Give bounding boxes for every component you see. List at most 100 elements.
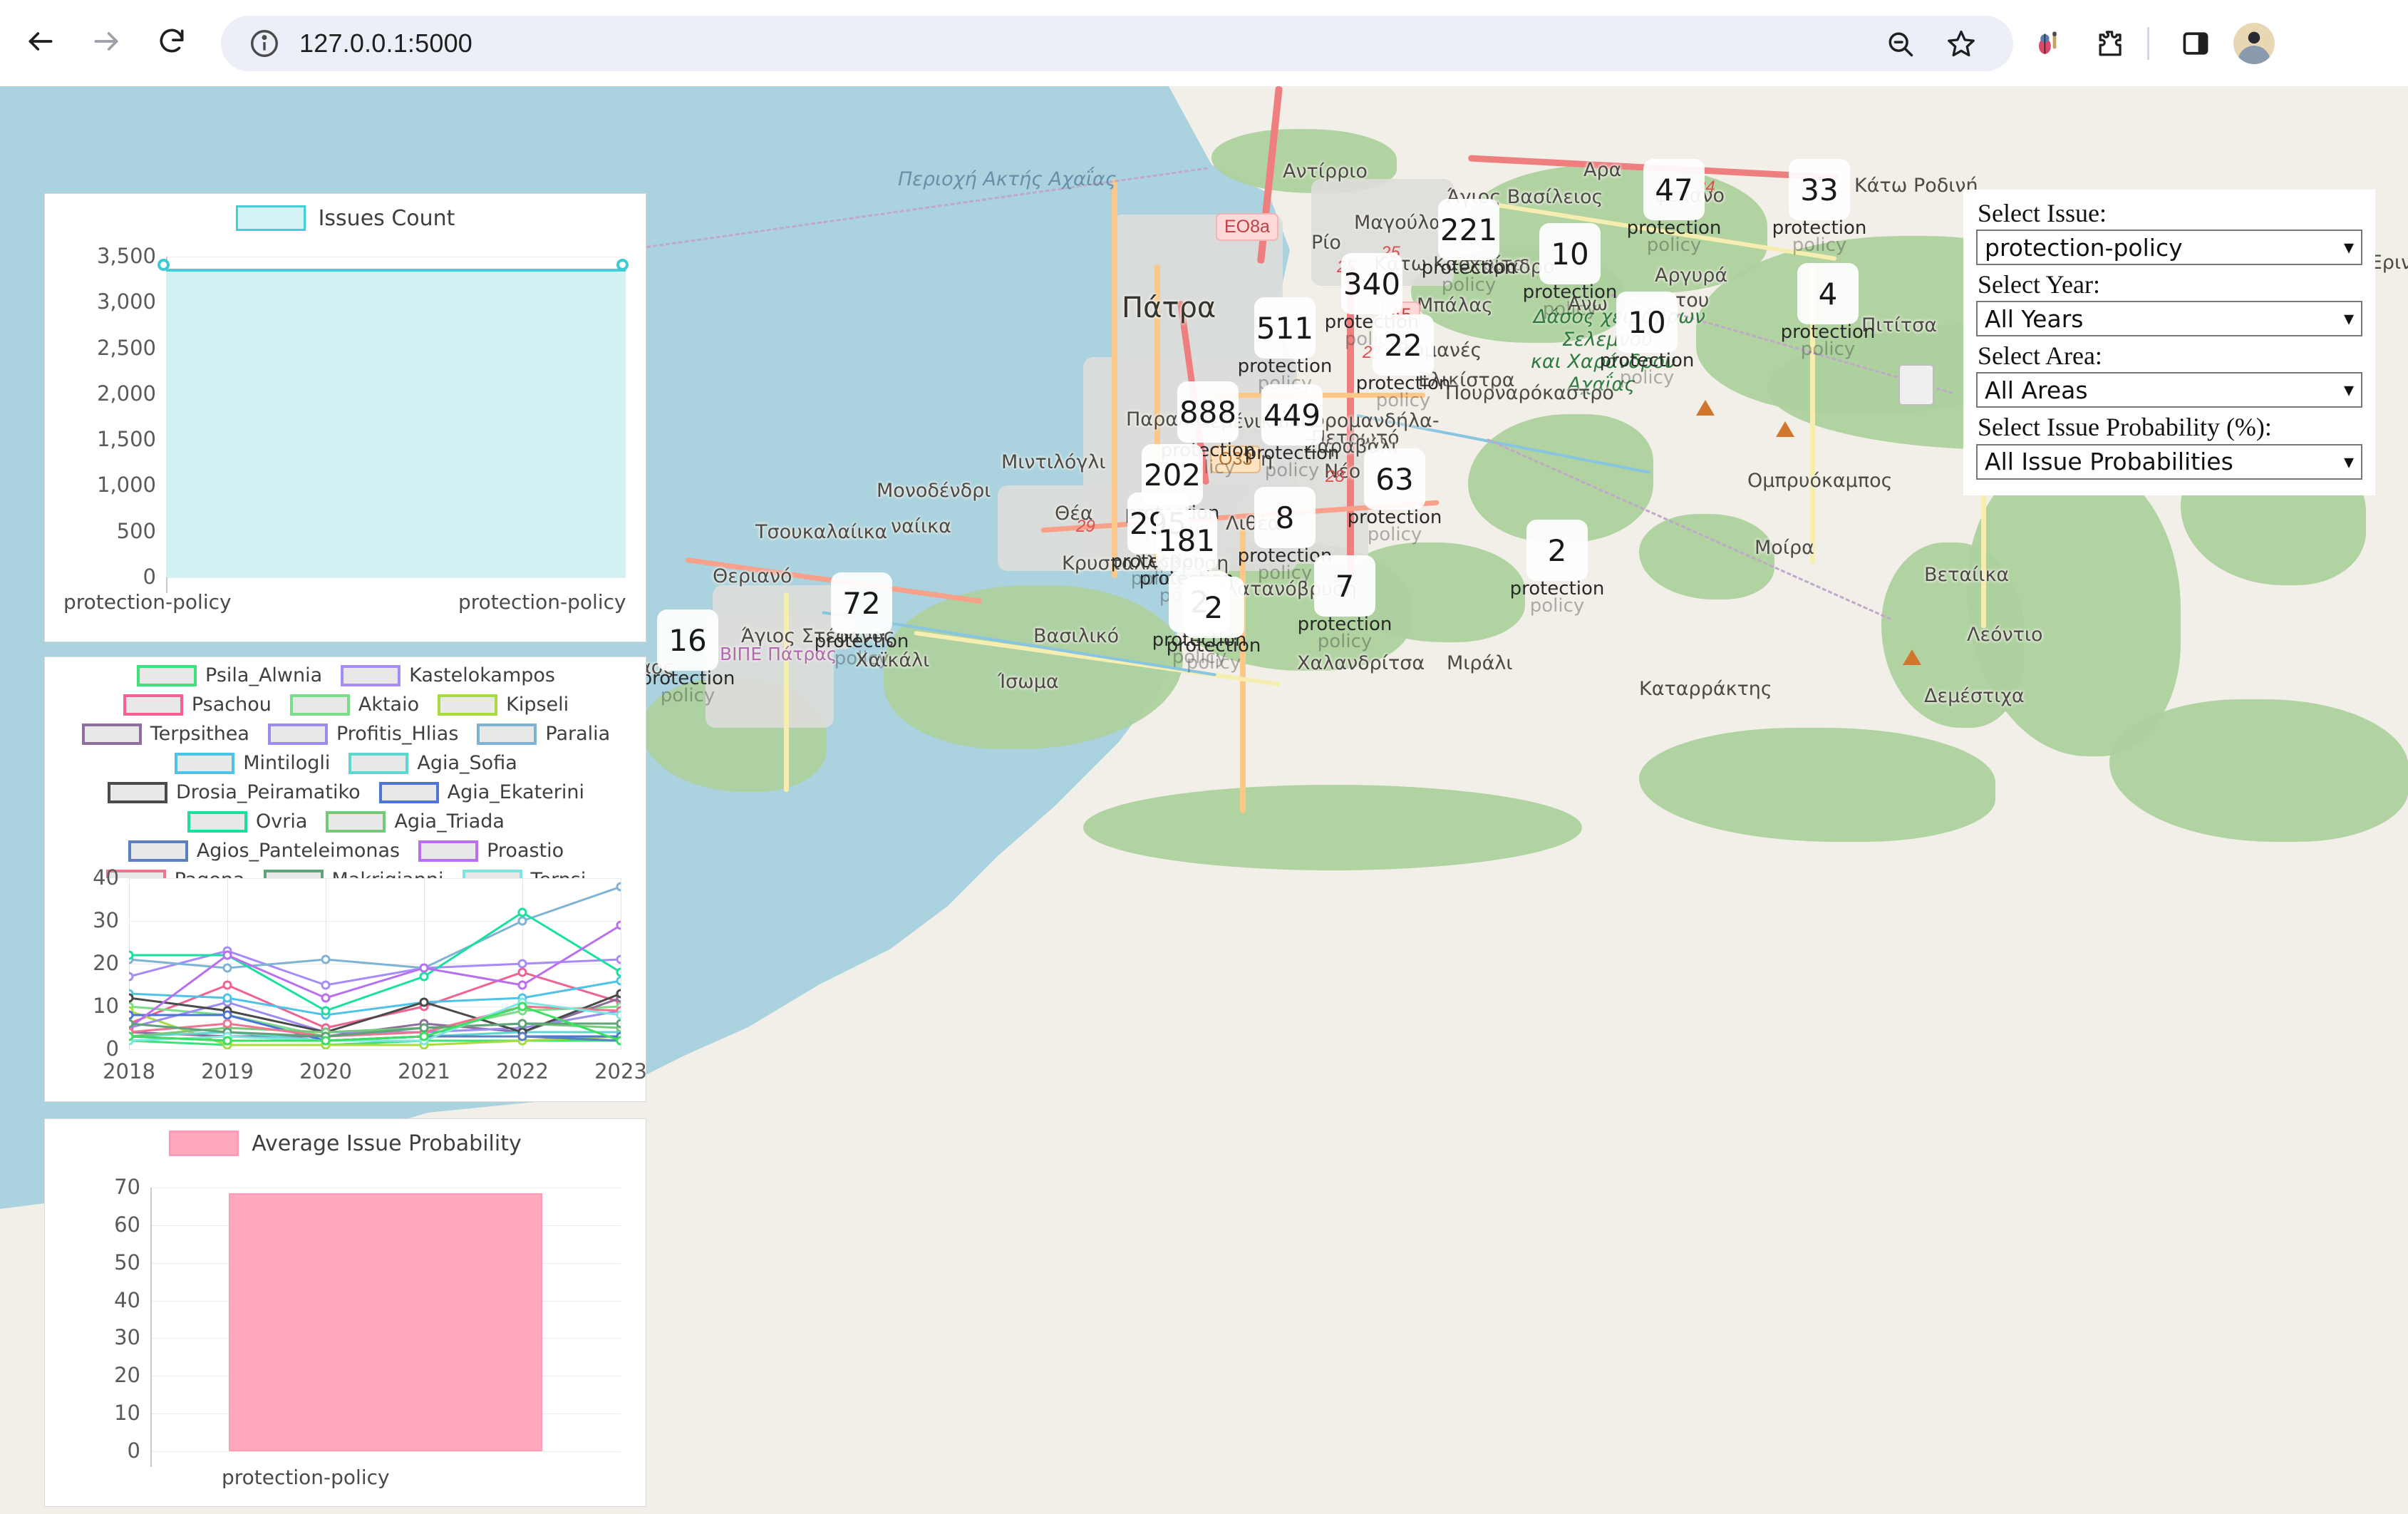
- chevron-down-icon: ▾: [2344, 237, 2354, 257]
- legend-swatch: [438, 694, 497, 716]
- select-issue-dropdown[interactable]: protection-policy ▾: [1976, 230, 2362, 265]
- map-cluster-marker[interactable]: 63: [1364, 448, 1425, 510]
- map-place-label: Κάτω Ροδινή: [1854, 175, 1978, 197]
- data-point[interactable]: [616, 259, 629, 271]
- map-cluster-marker[interactable]: 72: [831, 572, 892, 634]
- map-cluster-marker[interactable]: 2: [1526, 520, 1588, 581]
- extensions-puzzle-icon[interactable]: [2083, 17, 2136, 70]
- star-icon[interactable]: [1935, 17, 1988, 70]
- bug-extension-icon[interactable]: [2022, 17, 2074, 70]
- legend-item[interactable]: Aktaio: [290, 694, 419, 716]
- legend-item[interactable]: Agia_Sofia: [348, 752, 517, 774]
- select-issue-label: Select Issue:: [1978, 200, 2362, 227]
- map-place-label: Αργυρά: [1655, 264, 1727, 287]
- select-area-dropdown[interactable]: All Areas ▾: [1976, 372, 2362, 408]
- forest-patch: [1639, 728, 1995, 842]
- reload-button[interactable]: [147, 19, 197, 68]
- map-square-control[interactable]: [1898, 364, 1934, 406]
- map-cluster-marker[interactable]: 8: [1254, 487, 1316, 548]
- side-panel-icon[interactable]: [2169, 17, 2222, 70]
- legend-item[interactable]: Kastelokampos: [341, 664, 555, 686]
- address-bar[interactable]: 127.0.0.1:5000: [221, 16, 2013, 71]
- map-place-label: Ίσωμα: [998, 671, 1059, 693]
- legend-item[interactable]: Agia_Ekaterini: [379, 781, 584, 803]
- area-trend-lines: [129, 878, 621, 1049]
- map-cluster-marker[interactable]: 221: [1438, 199, 1499, 260]
- legend-label: Agia_Sofia: [417, 752, 517, 774]
- y-tick-label: 40: [68, 865, 119, 890]
- legend-label: Proastio: [487, 840, 564, 862]
- map-cluster-marker[interactable]: 16: [657, 609, 718, 671]
- legend-item[interactable]: Kipseli: [438, 694, 569, 716]
- map-cluster-label: protection policy: [1613, 219, 1735, 254]
- bar-protection-policy[interactable]: [229, 1193, 542, 1451]
- map-cluster-marker[interactable]: 888: [1177, 381, 1239, 443]
- legend-item[interactable]: Terpsithea: [82, 723, 249, 745]
- back-button[interactable]: [16, 19, 66, 68]
- area-trend-plot: [129, 878, 621, 1049]
- zoom-out-icon[interactable]: [1874, 17, 1926, 70]
- legend-label: Ovria: [256, 810, 307, 833]
- y-tick-label: 70: [65, 1175, 140, 1199]
- y-tick-label: 1,500: [66, 427, 156, 451]
- map-place-label: Πάτρα: [1122, 292, 1216, 324]
- map-place-label: Μοίρα: [1755, 537, 1814, 559]
- legend-item[interactable]: Agia_Triada: [326, 810, 505, 833]
- legend-item[interactable]: Mintilogli: [175, 752, 330, 774]
- legend-item[interactable]: Psachou: [123, 694, 272, 716]
- legend-label: Paralia: [545, 723, 610, 745]
- map-cluster-marker[interactable]: 10: [1539, 223, 1601, 284]
- forward-button[interactable]: [81, 19, 131, 68]
- address-bar-url: 127.0.0.1:5000: [299, 29, 472, 58]
- legend-item[interactable]: Agios_Panteleimonas: [128, 840, 400, 862]
- legend-item[interactable]: Proastio: [418, 840, 564, 862]
- map-cluster-marker[interactable]: 4: [1797, 263, 1859, 324]
- y-tick-label: 3,000: [66, 289, 156, 314]
- legend-item[interactable]: Ovria: [187, 810, 307, 833]
- legend-item[interactable]: Paralia: [477, 723, 610, 745]
- y-tick-label: 0: [65, 1438, 140, 1463]
- data-point[interactable]: [157, 259, 170, 271]
- map-place-label: ναίικα: [891, 515, 951, 537]
- legend-item[interactable]: Pagona: [106, 869, 245, 878]
- issues-count-legend-swatch: [236, 205, 306, 231]
- legend-item[interactable]: Profitis_Hlias: [268, 723, 458, 745]
- legend-item[interactable]: Ternsi: [463, 869, 587, 878]
- map-cluster-marker[interactable]: 340: [1341, 253, 1402, 314]
- legend-item[interactable]: Psila_Alwnia: [137, 664, 322, 686]
- map-cluster-marker[interactable]: 10: [1616, 292, 1678, 353]
- map-cluster-marker[interactable]: 7: [1314, 555, 1375, 617]
- map-cluster-marker[interactable]: 2: [1183, 577, 1244, 638]
- select-probability-dropdown[interactable]: All Issue Probabilities ▾: [1976, 444, 2362, 480]
- x-tick-label: 2022: [491, 1059, 554, 1083]
- legend-label: Mintilogli: [243, 752, 330, 774]
- legend-swatch: [128, 840, 188, 862]
- avg-probability-legend-swatch: [169, 1131, 239, 1156]
- legend-swatch: [175, 753, 234, 774]
- select-probability-value: All Issue Probabilities: [1985, 448, 2233, 475]
- select-issue-value: protection-policy: [1985, 234, 2183, 262]
- profile-avatar[interactable]: [2233, 23, 2275, 64]
- legend-item[interactable]: Drosia_Peiramatiko: [108, 781, 361, 803]
- issues-count-plot: [166, 257, 626, 577]
- map-cluster-marker[interactable]: 511: [1254, 297, 1316, 359]
- y-tick-label: 1,000: [66, 473, 156, 497]
- map-cluster-label: protection policy: [1767, 323, 1888, 359]
- map-cluster-marker[interactable]: 449: [1261, 384, 1323, 446]
- site-info-icon[interactable]: [248, 27, 281, 60]
- y-tick-label: 3,500: [66, 244, 156, 268]
- map-place-label: Μιράλι: [1447, 652, 1512, 674]
- x-tick-label: protection-policy: [63, 590, 232, 614]
- legend-label: Profitis_Hlias: [336, 723, 458, 745]
- legend-swatch: [418, 840, 478, 862]
- legend-item[interactable]: Makrigianni: [264, 869, 444, 878]
- select-year-dropdown[interactable]: All Years ▾: [1976, 301, 2362, 336]
- x-tick-label: 2019: [196, 1059, 259, 1083]
- map-cluster-marker[interactable]: 47: [1643, 159, 1705, 220]
- legend-swatch: [187, 811, 247, 833]
- map-cluster-marker[interactable]: 22: [1373, 314, 1434, 376]
- map-place-label: Αντίρριο: [1283, 160, 1368, 182]
- map-cluster-marker[interactable]: 181: [1156, 510, 1217, 571]
- legend-swatch: [290, 694, 350, 716]
- map-cluster-marker[interactable]: 33: [1789, 159, 1850, 220]
